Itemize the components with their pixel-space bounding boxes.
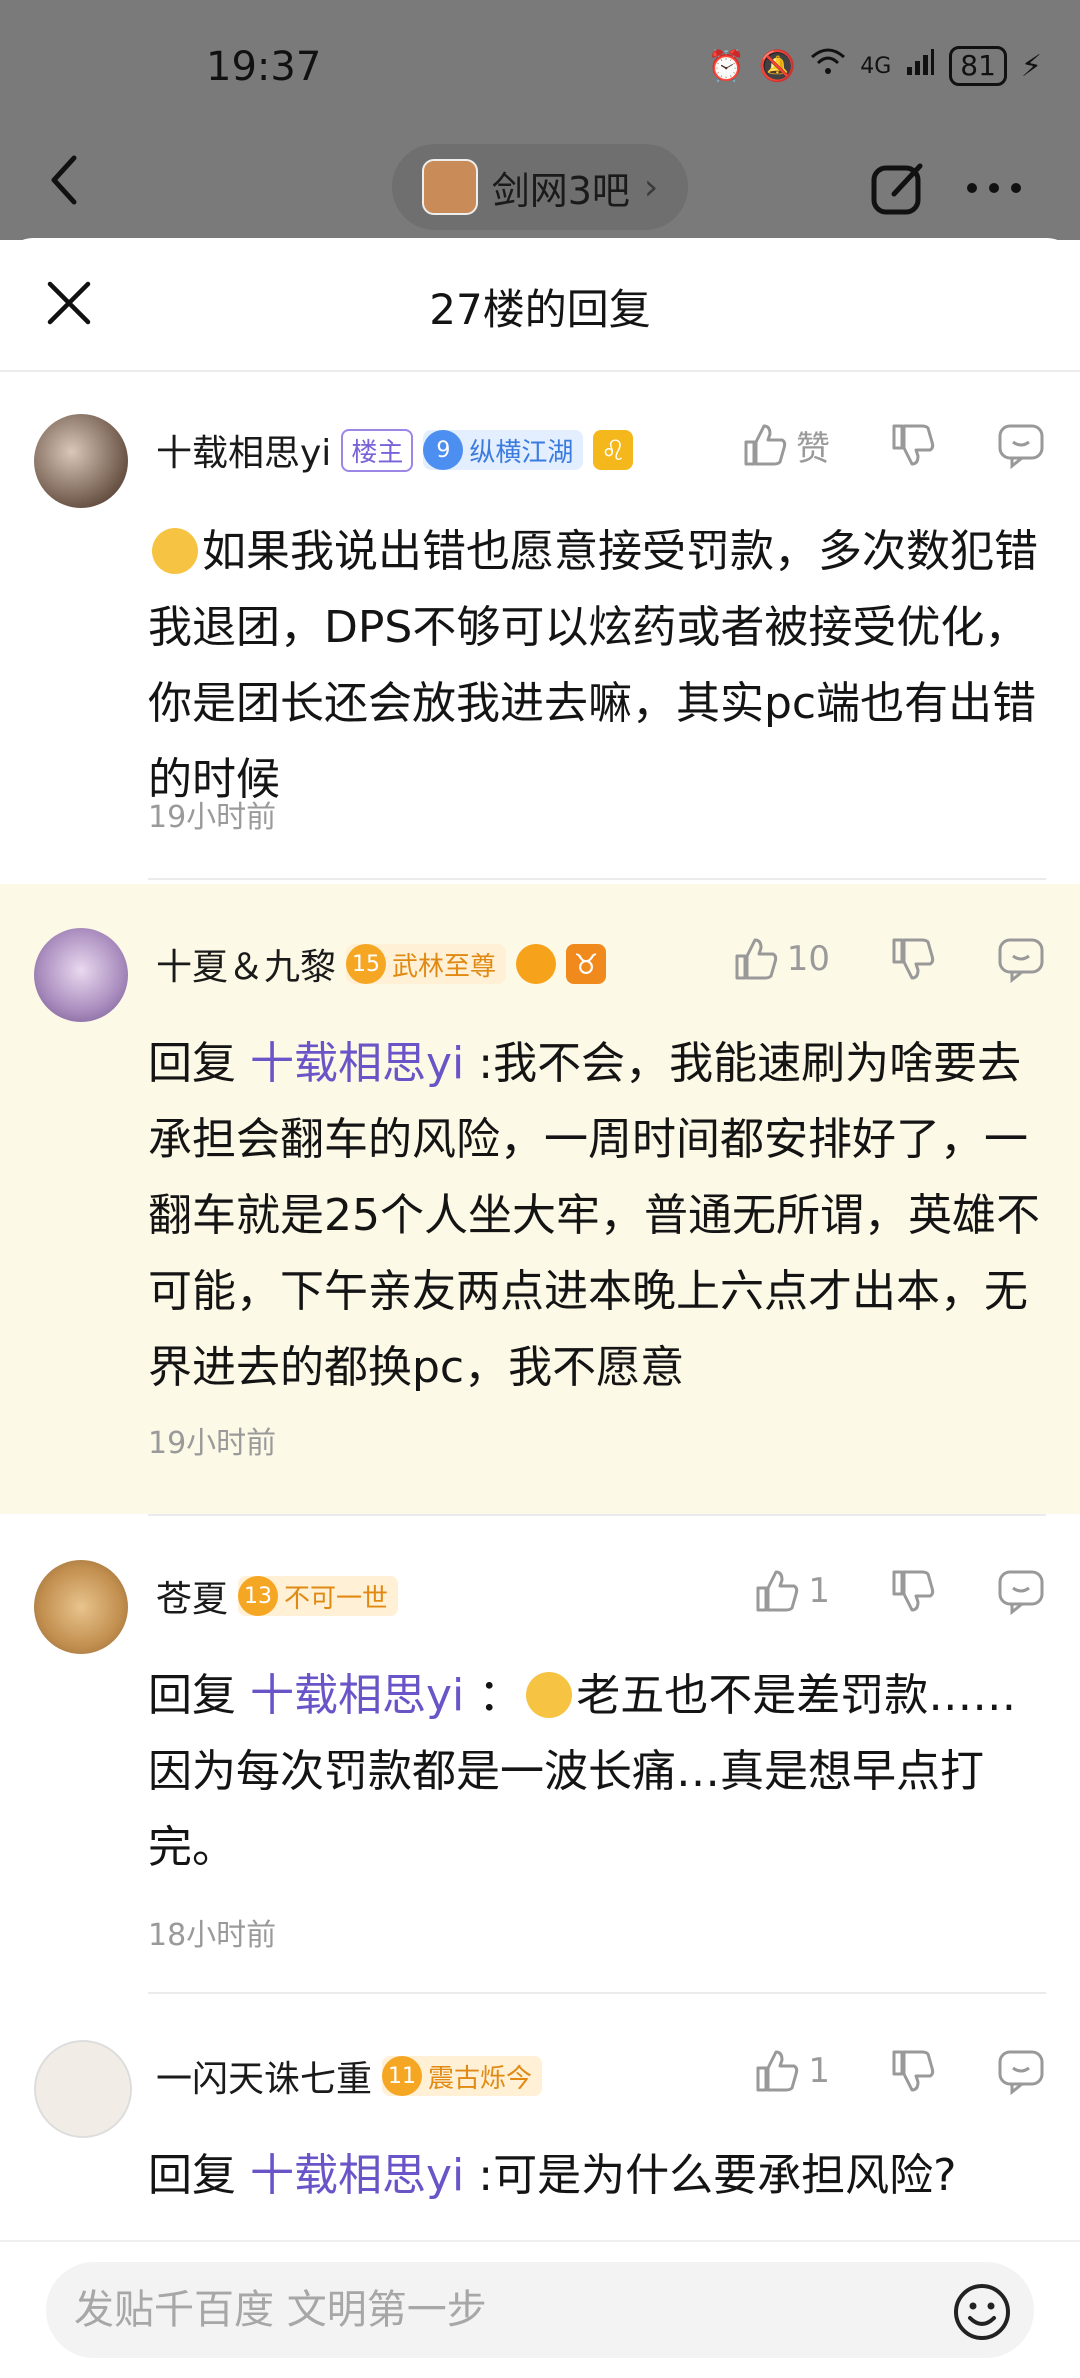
zodiac-icon: ♉: [566, 944, 607, 984]
level-title: 震古烁今: [428, 2063, 533, 2094]
user-row: 十夏＆九黎 15 武林至尊 ♉: [156, 938, 607, 990]
emoji-icon[interactable]: [952, 2282, 1012, 2342]
signal-label: 4G: [860, 53, 892, 79]
thumbs-up-icon: [735, 938, 777, 980]
comment-text: 回复 十载相思yi :可是为什么要承担风险?: [148, 2138, 1050, 2214]
comment-item: 十载相思yi 楼主 9 纵横江湖 ♌ 赞 如果我说出错也愿意接受罚款，多次数犯错…: [0, 372, 1080, 928]
level-title: 纵横江湖: [469, 437, 574, 468]
comment-time: 18小时前: [148, 1918, 277, 1953]
comment-text: 回复 十载相思yi :我不会，我能速刷为啥要去承担会翻车的风险，一周时间都安排好…: [148, 1026, 1050, 1406]
reply-sheet: 27楼的回复 十载相思yi 楼主 9 纵横江湖 ♌ 赞 如果我说出错也愿意接受罚…: [0, 238, 1080, 2376]
like-button[interactable]: 10: [733, 936, 830, 982]
like-button[interactable]: 1: [754, 1568, 830, 1614]
comment-time: 19小时前: [148, 800, 277, 835]
username[interactable]: 十夏＆九黎: [156, 938, 336, 990]
level-badge: 13 不可一世: [238, 1576, 399, 1616]
op-tag: 楼主: [341, 428, 414, 472]
username[interactable]: 一闪天诛七重: [156, 2050, 372, 2102]
reply-prefix: 回复: [148, 2150, 236, 2201]
username[interactable]: 苍夏: [156, 1570, 228, 1622]
like-label: 赞: [796, 428, 830, 469]
like-count: 10: [786, 939, 830, 979]
zodiac-icon: ♌: [593, 430, 634, 470]
battery-indicator: 81: [949, 46, 1007, 86]
like-count: 1: [808, 1571, 830, 1611]
charging-icon: ⚡: [1020, 48, 1042, 84]
username[interactable]: 十载相思yi: [156, 424, 331, 476]
sheet-title: 27楼的回复: [429, 285, 651, 334]
reply-body: :我不会，我能速刷为啥要去承担会翻车的风险，一周时间都安排好了，一翻车就是25个…: [148, 1038, 1040, 1393]
comment-actions: 1: [754, 2046, 1046, 2096]
reply-prefix: 回复: [148, 1038, 236, 1089]
thumbs-up-icon: [756, 1570, 799, 1612]
level-badge: 11 震古烁今: [382, 2056, 543, 2096]
comment-text: 回复 十载相思yi ：老五也不是差罚款……因为每次罚款都是一波长痛…真是想早点打…: [148, 1670, 1017, 1873]
mention-link[interactable]: 十载相思yi: [250, 2150, 464, 2201]
thumbs-down-icon[interactable]: [888, 2046, 938, 2096]
reply-icon[interactable]: [996, 1566, 1046, 1616]
edit-icon[interactable]: [868, 158, 928, 218]
reply-icon[interactable]: [996, 934, 1046, 984]
comment-item: 苍夏 13 不可一世 1 回复 十载相思yi ：老五也不是差罚款……因为每次罚款…: [0, 1514, 1080, 1994]
level-number: 11: [382, 2056, 423, 2096]
thumbs-down-icon[interactable]: [888, 1566, 938, 1616]
comment-actions: 10: [733, 934, 1046, 984]
divider: [148, 1514, 1046, 1516]
like-button[interactable]: 赞: [742, 421, 830, 470]
forum-name: 剑网3吧: [491, 168, 630, 213]
avatar[interactable]: [34, 414, 128, 508]
more-icon[interactable]: [962, 158, 1026, 218]
alarm-icon: ⏰: [707, 48, 745, 84]
level-title: 武林至尊: [392, 951, 497, 982]
comment-time: 19小时前: [148, 1426, 277, 1461]
level-title: 不可一世: [284, 1583, 389, 1614]
reply-prefix: 回复: [148, 1670, 236, 1721]
mention-link[interactable]: 十载相思yi: [250, 1038, 464, 1089]
bottom-input-bar: [0, 2240, 1080, 2378]
status-icons: ⏰ 🔕 4G 81 ⚡: [708, 46, 1042, 86]
avatar[interactable]: [34, 1560, 128, 1654]
level-number: 15: [346, 944, 387, 984]
level-number: 9: [423, 430, 464, 470]
chevron-right-icon: ›: [643, 166, 659, 208]
comment-item: 十夏＆九黎 15 武林至尊 ♉ 10 回复 十载相思yi :我不会，我能速刷为啥…: [0, 884, 1080, 1514]
user-row: 一闪天诛七重 11 震古烁今: [156, 2050, 543, 2102]
reply-icon[interactable]: [996, 2046, 1046, 2096]
user-row: 十载相思yi 楼主 9 纵横江湖 ♌: [156, 424, 634, 476]
like-count: 1: [808, 2051, 830, 2091]
thumbs-up-icon: [744, 424, 787, 466]
signal-icon: [905, 47, 935, 85]
thumbs-up-icon: [756, 2050, 799, 2092]
user-row: 苍夏 13 不可一世: [156, 1570, 399, 1622]
reply-body: :可是为什么要承担风险?: [478, 2150, 957, 2201]
comment-text: 如果我说出错也愿意接受罚款，多次数犯错我退团，DPS不够可以炫药或者被接受优化，…: [148, 526, 1038, 805]
comment-actions: 1: [754, 1566, 1046, 1616]
reply-icon[interactable]: [996, 420, 1046, 470]
avatar[interactable]: [34, 928, 128, 1022]
sheet-header: 27楼的回复: [0, 238, 1080, 372]
level-badge: 9 纵横江湖: [423, 430, 584, 470]
avatar[interactable]: [34, 2040, 132, 2138]
status-time: 19:37: [206, 44, 322, 90]
emoji-icon: [526, 1672, 573, 1718]
emoji-icon: [152, 528, 198, 574]
like-button[interactable]: 1: [754, 2048, 830, 2094]
forum-logo: [421, 159, 478, 215]
level-badge: 15 武林至尊: [346, 944, 507, 984]
post-input[interactable]: [46, 2262, 1034, 2358]
back-button[interactable]: [42, 150, 90, 210]
level-number: 13: [238, 1576, 279, 1616]
thumbs-down-icon[interactable]: [888, 420, 938, 470]
forum-link[interactable]: 剑网3吧 ›: [392, 144, 688, 230]
emoji-badge-icon: [516, 944, 557, 984]
mute-icon: 🔕: [758, 48, 797, 84]
thumbs-down-icon[interactable]: [888, 934, 938, 984]
top-bar: 19:37 ⏰ 🔕 4G 81 ⚡ 剑网3吧 ›: [0, 0, 1080, 240]
comment-actions: 赞: [742, 420, 1046, 470]
mention-link[interactable]: 十载相思yi: [250, 1670, 464, 1721]
divider: [148, 878, 1046, 880]
wifi-icon: [810, 47, 846, 85]
